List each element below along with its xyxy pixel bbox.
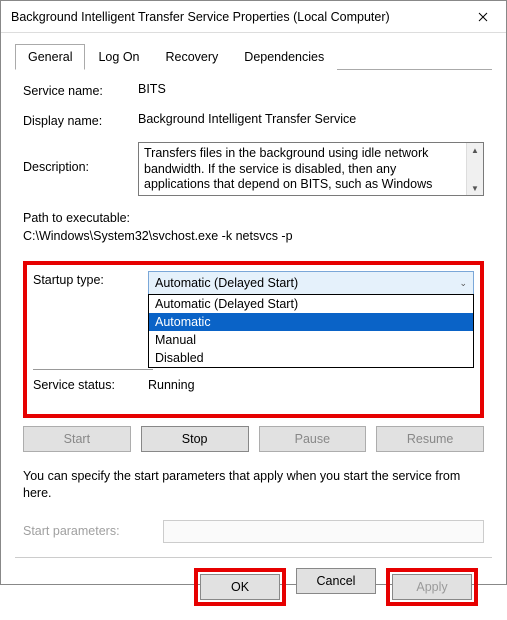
resume-button[interactable]: Resume [376, 426, 484, 452]
scroll-up-icon[interactable]: ▲ [468, 143, 482, 157]
tab-general[interactable]: General [15, 44, 85, 70]
service-status-label: Service status: [33, 378, 148, 392]
path-block: Path to executable: C:\Windows\System32\… [23, 210, 484, 245]
ok-button[interactable]: OK [200, 574, 280, 600]
path-label: Path to executable: [23, 210, 484, 228]
apply-highlight: Apply [386, 568, 478, 606]
close-icon [478, 12, 488, 22]
control-buttons: Start Stop Pause Resume [23, 426, 484, 452]
startup-options-list: Automatic (Delayed Start) Automatic Manu… [148, 294, 474, 368]
startup-option-manual[interactable]: Manual [149, 331, 473, 349]
window-title: Background Intelligent Transfer Service … [11, 10, 460, 24]
stop-button[interactable]: Stop [141, 426, 249, 452]
footer-separator [15, 557, 492, 558]
description-scrollbar[interactable]: ▲ ▼ [466, 143, 483, 195]
chevron-down-icon: ⌄ [459, 278, 467, 289]
tab-logon[interactable]: Log On [85, 44, 152, 70]
ok-highlight: OK [194, 568, 286, 606]
tab-bar: General Log On Recovery Dependencies [15, 43, 492, 70]
startup-label: Startup type: [33, 271, 148, 287]
cancel-button[interactable]: Cancel [296, 568, 376, 594]
startup-option-delayed[interactable]: Automatic (Delayed Start) [149, 295, 473, 313]
start-params-note: You can specify the start parameters tha… [23, 468, 484, 502]
properties-dialog: Background Intelligent Transfer Service … [0, 0, 507, 585]
start-button[interactable]: Start [23, 426, 131, 452]
description-box: Transfers files in the background using … [138, 142, 484, 196]
tab-dependencies[interactable]: Dependencies [231, 44, 337, 70]
service-name-row: Service name: BITS [23, 82, 484, 98]
display-name-value: Background Intelligent Transfer Service [138, 112, 484, 126]
startup-row: Startup type: Automatic (Delayed Start) … [33, 271, 474, 295]
description-row: Description: Transfers files in the back… [23, 142, 484, 196]
pause-button[interactable]: Pause [259, 426, 367, 452]
apply-button[interactable]: Apply [392, 574, 472, 600]
service-name-label: Service name: [23, 82, 138, 98]
service-status-row: Service status: Running [33, 378, 474, 392]
path-value: C:\Windows\System32\svchost.exe -k netsv… [23, 228, 484, 246]
dialog-footer: OK Cancel Apply [15, 568, 492, 620]
startup-option-disabled[interactable]: Disabled [149, 349, 473, 367]
startup-selected[interactable]: Automatic (Delayed Start) ⌄ [148, 271, 474, 295]
divider [33, 369, 153, 370]
startup-option-automatic[interactable]: Automatic [149, 313, 473, 331]
display-name-row: Display name: Background Intelligent Tra… [23, 112, 484, 128]
tab-recovery[interactable]: Recovery [153, 44, 232, 70]
start-params-input[interactable] [163, 520, 484, 543]
tab-page-general: Service name: BITS Display name: Backgro… [15, 70, 492, 551]
service-status-value: Running [148, 378, 195, 392]
service-name-value: BITS [138, 82, 484, 96]
description-text[interactable]: Transfers files in the background using … [139, 143, 466, 195]
start-params-row: Start parameters: [23, 520, 484, 543]
scroll-down-icon[interactable]: ▼ [468, 181, 482, 195]
dialog-body: General Log On Recovery Dependencies Ser… [1, 33, 506, 620]
titlebar: Background Intelligent Transfer Service … [1, 1, 506, 33]
startup-dropdown[interactable]: Automatic (Delayed Start) ⌄ Automatic (D… [148, 271, 474, 295]
description-label: Description: [23, 142, 138, 174]
startup-selected-text: Automatic (Delayed Start) [155, 276, 298, 290]
display-name-label: Display name: [23, 112, 138, 128]
startup-highlight-box: Startup type: Automatic (Delayed Start) … [23, 261, 484, 418]
start-params-label: Start parameters: [23, 524, 163, 538]
close-button[interactable] [460, 1, 506, 32]
